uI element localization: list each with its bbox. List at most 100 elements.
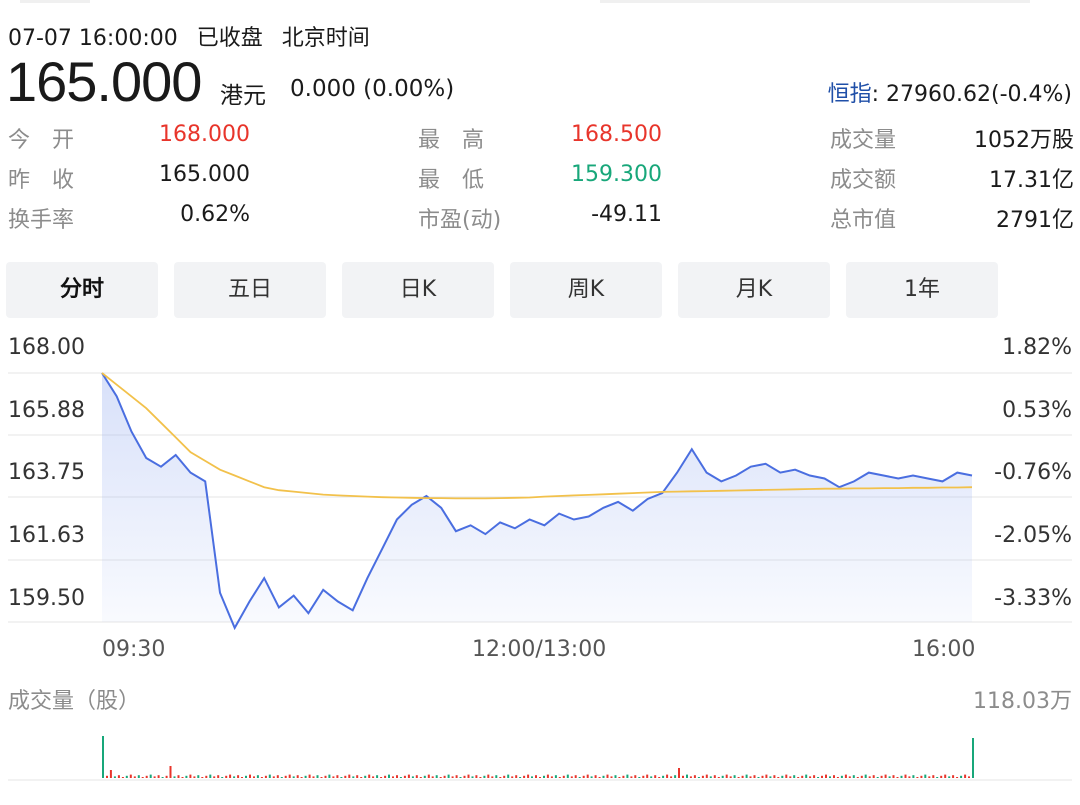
tab-monthly-k[interactable]: 月K	[678, 262, 830, 318]
stat-label: 换手率	[8, 208, 75, 233]
stat-value: 0.62%	[180, 202, 250, 227]
volume-bar	[241, 777, 243, 778]
volume-bar	[312, 776, 315, 778]
volume-bar	[169, 766, 172, 778]
volume-bar	[531, 776, 533, 778]
volume-bar	[527, 774, 530, 778]
volume-bar	[634, 775, 637, 778]
volume-bar	[475, 775, 478, 778]
volume-bar	[785, 774, 788, 778]
volume-bar	[145, 775, 148, 778]
volume-bar	[109, 770, 112, 778]
volume-bar	[892, 775, 895, 778]
volume-bar	[852, 775, 855, 778]
volume-bar	[352, 776, 355, 778]
volume-bar	[761, 775, 764, 778]
tab-weekly-k[interactable]: 周K	[510, 262, 662, 318]
volume-bar	[546, 774, 549, 778]
volume-bar	[427, 774, 430, 778]
volume-bar	[856, 777, 859, 778]
volume-bar	[209, 774, 212, 778]
volume-bar	[324, 775, 327, 778]
volume-bar	[964, 774, 967, 778]
volume-bar	[141, 777, 144, 778]
volume-bar	[908, 776, 911, 778]
y-tick-label: 163.75	[8, 460, 85, 485]
volume-bar	[137, 775, 140, 778]
volume-bar	[193, 776, 196, 778]
volume-bar	[455, 775, 458, 778]
volume-bar	[844, 774, 847, 778]
volume-bar	[582, 775, 585, 778]
volume-bar	[888, 776, 891, 778]
volume-bar	[423, 775, 426, 778]
volume-bar	[503, 775, 506, 778]
volume-bar	[515, 775, 518, 778]
volume-bar	[777, 777, 780, 778]
volume-bar	[415, 775, 418, 778]
volume-bar	[419, 777, 422, 778]
stat-value: 165.000	[159, 162, 250, 187]
tab-five-day[interactable]: 五日	[174, 262, 326, 318]
volume-bar	[741, 775, 744, 778]
volume-bar	[662, 775, 665, 778]
volume-bar	[205, 775, 208, 778]
volume-bar	[157, 775, 160, 778]
volume-bar	[121, 777, 124, 778]
volume-bar	[614, 775, 617, 778]
volume-bar	[411, 776, 414, 778]
x-tick-label: 09:30	[102, 637, 166, 662]
volume-bar	[340, 777, 343, 778]
volume-bar	[864, 774, 867, 778]
volume-bar	[364, 775, 367, 778]
volume-bar	[320, 777, 323, 778]
volume-bar	[495, 775, 498, 778]
volume-bar	[153, 776, 156, 778]
tab-indicator-segment	[600, 0, 1030, 3]
y-pct-label: -3.33%	[994, 586, 1072, 611]
stats-row: 换手率 0.62% 市盈(动) -49.11 总市值 2791亿	[0, 202, 1080, 242]
stat-label: 今 开	[8, 128, 75, 153]
volume-bar	[654, 775, 657, 778]
stat-value: 2791亿	[996, 208, 1074, 233]
tab-intraday[interactable]: 分时	[6, 262, 158, 318]
volume-bar	[670, 776, 673, 778]
volume-bar	[793, 775, 796, 778]
volume-bar	[952, 775, 955, 778]
stat-value: 17.31亿	[989, 168, 1074, 193]
stat-label: 成交量	[830, 128, 897, 153]
volume-bar	[439, 777, 442, 778]
volume-bar	[650, 776, 653, 778]
volume-bar	[308, 774, 311, 778]
volume-bar	[968, 776, 970, 778]
volume-bar	[646, 774, 649, 778]
volume-bar	[566, 774, 569, 778]
volume-bar	[805, 774, 808, 778]
volume-bar	[713, 775, 716, 778]
volume-bar	[399, 777, 402, 778]
volume-bar	[769, 776, 772, 778]
volume-bar	[745, 774, 748, 778]
volume-bar	[705, 774, 708, 778]
volume-bar	[221, 777, 224, 778]
volume-max-label: 118.03万	[973, 689, 1072, 714]
volume-bar	[296, 775, 299, 778]
volume-bar	[463, 775, 466, 778]
stat-label: 最 低	[418, 168, 485, 193]
volume-bar	[264, 775, 267, 778]
volume-bar	[300, 777, 303, 778]
average-price-line	[101, 372, 973, 500]
index-link[interactable]: 恒指	[828, 82, 872, 107]
volume-bar	[972, 738, 974, 778]
volume-bar	[316, 775, 319, 778]
volume-layer	[102, 736, 974, 778]
volume-bar	[753, 775, 756, 778]
volume-bar	[348, 774, 351, 778]
volume-bar	[523, 775, 526, 778]
volume-bar	[491, 776, 494, 778]
tab-daily-k[interactable]: 日K	[342, 262, 494, 318]
tab-one-year[interactable]: 1年	[846, 262, 998, 318]
volume-bar	[701, 775, 704, 778]
volume-bar	[133, 776, 136, 778]
volume-bar	[344, 775, 347, 778]
